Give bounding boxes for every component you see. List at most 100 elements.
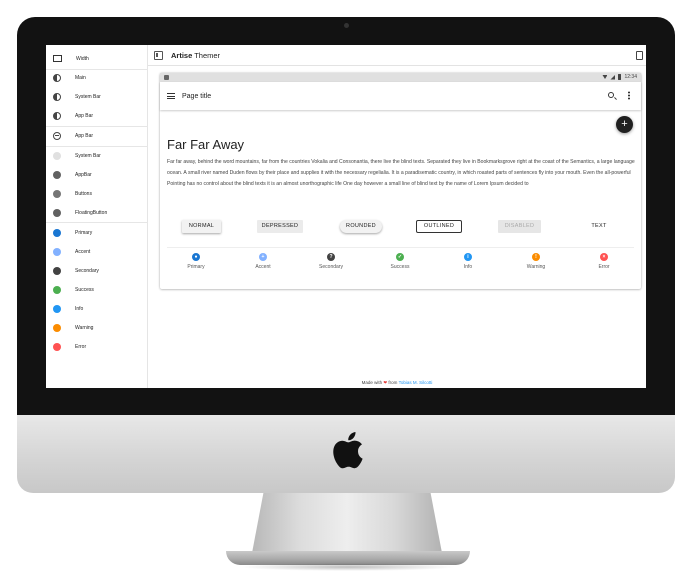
outlined-button[interactable]: OUTLINED: [416, 220, 462, 233]
badge-label: Warning: [526, 264, 546, 270]
sidebar-item-system-bar-color[interactable]: System Bar: [46, 146, 148, 165]
sidebar-item-buttons-color[interactable]: Buttons: [46, 184, 148, 203]
sidebar-item-success[interactable]: Success: [46, 280, 148, 299]
sidebar-item-label: Warning: [75, 324, 94, 331]
badge-warning: ! Warning: [506, 253, 566, 270]
page-title: Page title: [182, 92, 212, 100]
divider: [167, 247, 634, 248]
battery-icon: [618, 74, 622, 80]
sidebar-item-secondary[interactable]: Secondary: [46, 261, 148, 280]
info-icon: i: [464, 253, 472, 261]
sidebar-item-label: Primary: [75, 229, 93, 236]
sidebar-item-system-bar[interactable]: System Bar: [46, 87, 148, 106]
text-button[interactable]: TEXT: [578, 220, 620, 233]
color-swatch-icon: [53, 342, 61, 351]
menu-icon[interactable]: [167, 93, 175, 99]
add-circle-icon: [53, 131, 61, 140]
sidebar-item-info[interactable]: Info: [46, 299, 148, 318]
badge-error: × Error: [574, 253, 634, 270]
sidebar-item-accent[interactable]: Accent: [46, 242, 148, 261]
imac-stand-neck: [252, 493, 442, 553]
file-icon[interactable]: [636, 51, 643, 60]
sidebar-item-label: AppBar: [75, 171, 92, 178]
signal-icon: [610, 74, 616, 80]
sidebar: Width Main System Bar App Bar App Bar Sy…: [46, 45, 148, 388]
color-swatch-icon: [53, 228, 61, 237]
badge-secondary: ? Secondary: [301, 253, 361, 270]
depressed-button[interactable]: DEPRESSED: [257, 220, 303, 233]
sidebar-item-label: Success: [75, 286, 94, 293]
sidebar-item-warning[interactable]: Warning: [46, 318, 148, 337]
badge-success: ✓ Success: [370, 253, 430, 270]
system-status-bar: 12:34: [160, 73, 641, 82]
sidebar-item-floatingbutton-color[interactable]: FloatingButton: [46, 203, 148, 222]
normal-button[interactable]: NORMAL: [182, 220, 221, 233]
sidebar-item-appbar-color[interactable]: AppBar: [46, 165, 148, 184]
app-title-rest: Themer: [192, 50, 221, 60]
sidebar-item-label: System Bar: [75, 152, 101, 159]
preview-app-bar: Page title: [160, 82, 641, 110]
sidebar-item-label: FloatingButton: [75, 209, 108, 216]
button-row: NORMAL DEPRESSED ROUNDED OUTLINED DISABL…: [160, 220, 641, 236]
author-link[interactable]: Tobias M. Silcotti: [399, 380, 433, 385]
badge-label: Secondary: [319, 264, 343, 270]
sidebar-item-label: App Bar: [75, 112, 94, 119]
color-swatch-icon: [53, 323, 61, 332]
sidebar-item-label: App Bar: [75, 132, 94, 139]
sidebar-item-app-bar[interactable]: App Bar: [46, 106, 148, 125]
notification-icon: [164, 75, 169, 80]
theme-preview-card: 12:34 Page title + Far Far Away Far far …: [160, 73, 641, 289]
color-swatch-icon: [53, 247, 61, 256]
sidebar-item-label: System Bar: [75, 93, 101, 100]
screen: Width Main System Bar App Bar App Bar Sy…: [46, 45, 646, 388]
floating-action-button[interactable]: +: [616, 116, 633, 133]
color-swatch-icon: [53, 266, 61, 275]
sidebar-item-app-bar-add[interactable]: App Bar: [46, 126, 148, 145]
more-vert-icon[interactable]: [628, 91, 630, 100]
sidebar-item-error[interactable]: Error: [46, 337, 148, 356]
preview-headline: Far Far Away: [167, 137, 245, 152]
search-icon[interactable]: [608, 92, 614, 98]
badge-info: i Info: [438, 253, 498, 270]
sidebar-toggle-icon[interactable]: [154, 50, 163, 60]
app-title: Artise Themer: [171, 51, 220, 60]
footer: Made with ❤ from Tobias M. Silcotti: [148, 377, 646, 388]
badge-label: Info: [463, 264, 473, 270]
disabled-button: DISABLED: [498, 220, 541, 233]
status-time: 12:34: [624, 74, 637, 80]
color-swatch-icon: [53, 151, 61, 160]
sidebar-item-label: Main: [75, 74, 86, 81]
close-circle-icon: ×: [600, 253, 608, 261]
contrast-icon: [53, 111, 61, 120]
plus-circle-icon: +: [259, 253, 267, 261]
color-swatch-icon: [53, 285, 61, 294]
camera-dot: [344, 23, 349, 28]
stand-shadow: [240, 563, 456, 571]
color-swatch-icon: [53, 208, 61, 217]
status-icons: 12:34: [602, 74, 637, 80]
sidebar-item-label: Secondary: [75, 267, 99, 274]
wifi-icon: [602, 75, 608, 79]
color-swatch-icon: [53, 304, 61, 313]
contrast-icon: [53, 92, 61, 101]
check-circle-icon: ✓: [396, 253, 404, 261]
color-swatch-icon: [53, 189, 61, 198]
account-icon: ●: [192, 253, 200, 261]
app-title-bold: Artise: [171, 50, 193, 60]
sidebar-item-width[interactable]: Width: [46, 49, 148, 68]
color-badges-row: ● Primary + Accent ? Secondary ✓ Success…: [160, 253, 641, 279]
apple-logo-icon: [333, 432, 363, 469]
badge-label: Accent: [255, 264, 271, 270]
footer-middle: from: [387, 380, 399, 385]
help-circle-icon: ?: [327, 253, 335, 261]
warning-icon: !: [532, 253, 540, 261]
sidebar-item-main[interactable]: Main: [46, 68, 148, 87]
sidebar-item-label: Accent: [75, 248, 91, 255]
sidebar-item-label: Width: [76, 55, 89, 62]
app-toolbar: Artise Themer: [148, 45, 646, 66]
preview-body-text: Far far away, behind the word mountains,…: [167, 159, 635, 187]
sidebar-item-primary[interactable]: Primary: [46, 223, 148, 242]
rounded-button[interactable]: ROUNDED: [340, 220, 382, 233]
contrast-icon: [53, 73, 61, 82]
sidebar-item-label: Error: [75, 343, 87, 350]
